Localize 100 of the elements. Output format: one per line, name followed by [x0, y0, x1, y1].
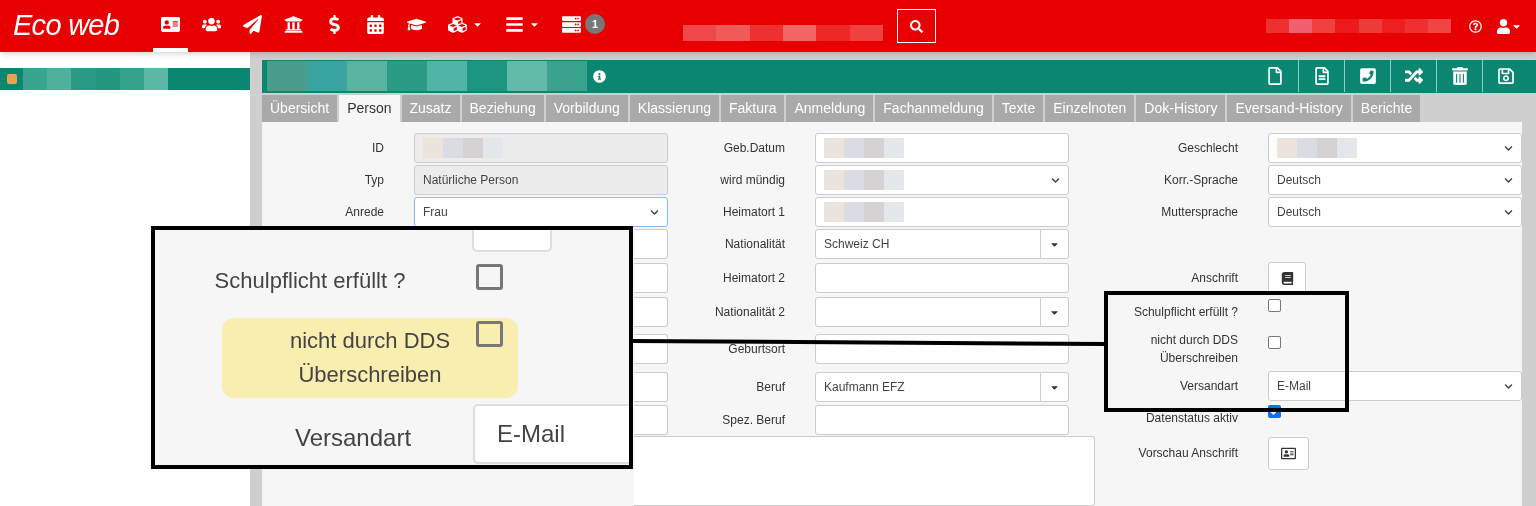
list-icon: [562, 14, 581, 34]
input-field[interactable]: [815, 197, 1069, 227]
chevron-icon: [1504, 143, 1513, 153]
tab[interactable]: Person: [339, 94, 400, 122]
tab[interactable]: Berichte: [1352, 94, 1421, 122]
cubes-icon: [448, 14, 467, 34]
input-field[interactable]: [634, 229, 668, 259]
field-value: Schweiz CH: [824, 236, 890, 253]
tab[interactable]: Texte: [993, 94, 1044, 122]
new-document-icon: [1266, 67, 1284, 86]
field-label: Typ: [364, 172, 384, 189]
checkbox[interactable]: [1268, 298, 1281, 312]
tab[interactable]: Dok-History: [1136, 94, 1226, 122]
user-menu-button[interactable]: [1496, 18, 1522, 34]
tab[interactable]: Klassierung: [629, 94, 719, 122]
field-label: Anrede: [345, 204, 384, 221]
phone-icon: [1358, 67, 1377, 86]
field-value: Natürliche Person: [423, 172, 519, 189]
nav-button[interactable]: 1: [554, 0, 613, 52]
tab[interactable]: Anmeldung: [786, 94, 874, 122]
field-value: Kaufmann EFZ: [824, 379, 905, 396]
bank-icon: [284, 14, 303, 34]
input-field[interactable]: Kaufmann EFZ: [815, 372, 1041, 402]
input-field[interactable]: E-Mail: [473, 404, 629, 464]
field-value: Deutsch: [1277, 172, 1322, 189]
field-label: Anschrift: [1191, 270, 1238, 287]
menu-icon: [505, 14, 524, 34]
field-label: Versandart: [1179, 378, 1238, 395]
book-icon: [1280, 271, 1294, 285]
address-card-icon: [1281, 445, 1296, 461]
field-value: Deutsch: [1277, 204, 1322, 221]
tab[interactable]: Vorbildung: [545, 94, 628, 122]
notes-field[interactable]: [634, 436, 1095, 506]
input-field[interactable]: [634, 297, 668, 327]
count-badge: 1: [585, 14, 605, 34]
checkbox[interactable]: [476, 264, 503, 290]
tab[interactable]: Faktura: [721, 94, 785, 122]
input-field[interactable]: [815, 405, 1069, 435]
info-icon[interactable]: [593, 69, 606, 83]
tab[interactable]: Beziehung: [461, 94, 544, 122]
app-logo: Eco web: [13, 8, 121, 44]
field-label: Geburtsort: [728, 341, 785, 358]
field-label: ID: [372, 140, 384, 157]
tab[interactable]: Übersicht: [262, 94, 338, 122]
highlighted-label: nicht durch DDS Überschreiben: [222, 318, 518, 398]
input-field[interactable]: [815, 297, 1041, 327]
select-field[interactable]: Deutsch: [1268, 197, 1522, 227]
field-label: Nationalität 2: [714, 304, 785, 321]
field-label: Korr.-Sprache: [1163, 172, 1238, 189]
chevron-icon: [1051, 175, 1060, 185]
search-button[interactable]: [897, 9, 936, 43]
field-label: nicht durch DDS Überschreiben: [1149, 332, 1238, 367]
contact-card-icon: [161, 14, 180, 34]
select-field[interactable]: Deutsch: [1268, 165, 1522, 195]
field-label: Heimatort 2: [722, 270, 785, 287]
tab[interactable]: Eversand-History: [1227, 94, 1351, 122]
checkbox[interactable]: [1268, 335, 1281, 349]
chevron-icon: [650, 207, 659, 217]
save-icon: [1496, 67, 1515, 86]
tab[interactable]: Einzelnoten: [1045, 94, 1135, 122]
tab[interactable]: Fachanmeldung: [875, 94, 992, 122]
input-field[interactable]: [815, 263, 1069, 293]
input-field[interactable]: Schweiz CH: [815, 229, 1041, 259]
field-label: Beruf: [756, 379, 785, 396]
field-value: E-Mail: [1277, 378, 1311, 395]
search-icon: [910, 19, 923, 33]
checkbox[interactable]: [476, 321, 503, 347]
trash-icon: [1450, 67, 1469, 86]
select-field[interactable]: [1268, 133, 1522, 163]
field-label: Vorschau Anschrift: [1138, 445, 1238, 462]
readonly-field[interactable]: [414, 133, 668, 163]
document-icon: [1312, 67, 1331, 86]
select-field[interactable]: Frau: [414, 197, 668, 227]
input-field[interactable]: [634, 263, 668, 293]
field-value: Frau: [423, 204, 448, 221]
select-field[interactable]: [815, 165, 1069, 195]
field-label: Versandart: [295, 423, 412, 453]
user-icon: [1496, 18, 1511, 34]
marker-icon: [7, 74, 17, 84]
readonly-field[interactable]: Natürliche Person: [414, 165, 668, 195]
chevron-icon: [1504, 207, 1513, 217]
input-field[interactable]: [815, 133, 1069, 163]
input-field[interactable]: [634, 405, 668, 435]
help-icon[interactable]: [1469, 19, 1482, 33]
paper-plane-icon: [243, 14, 262, 34]
chevron-icon: [1504, 175, 1513, 185]
input-field[interactable]: [634, 372, 668, 402]
field-value: E-Mail: [497, 419, 565, 449]
field-label: Datenstatus aktiv: [1144, 410, 1238, 427]
tab[interactable]: Zusatz: [401, 94, 460, 122]
chevron-icon: [1504, 381, 1513, 391]
field-label: Spez. Beruf: [722, 412, 785, 429]
field-label: wird mündig: [720, 172, 785, 189]
select-field[interactable]: E-Mail: [1268, 371, 1522, 401]
shuffle-icon: [1404, 67, 1423, 86]
preview-button[interactable]: [1268, 436, 1309, 470]
calendar-icon: [366, 14, 385, 34]
field-label: Heimatort 1: [722, 204, 785, 221]
field-label: Schulpflicht erfüllt ?: [1132, 304, 1238, 321]
field-label: Geschlecht: [1177, 140, 1238, 157]
